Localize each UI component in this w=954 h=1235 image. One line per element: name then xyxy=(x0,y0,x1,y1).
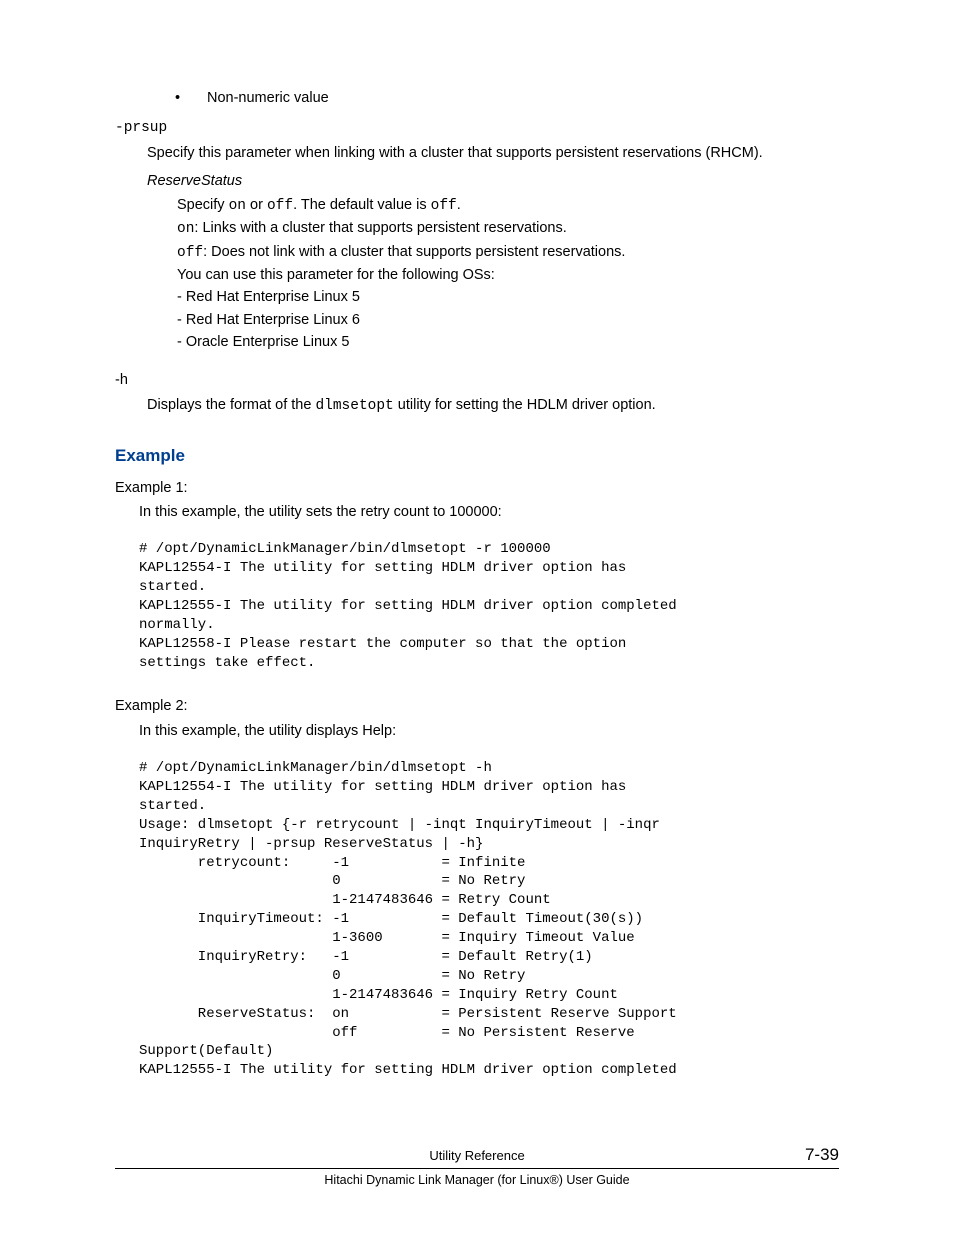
example-2-desc: In this example, the utility displays He… xyxy=(115,721,839,741)
bullet-item: • Non-numeric value xyxy=(115,88,839,108)
param-h-name: -h xyxy=(115,370,839,390)
example-1-code: # /opt/DynamicLinkManager/bin/dlmsetopt … xyxy=(115,540,839,672)
example-2-code: # /opt/DynamicLinkManager/bin/dlmsetopt … xyxy=(115,759,839,1080)
bullet-icon: • xyxy=(175,88,207,108)
os-intro: You can use this parameter for the follo… xyxy=(115,265,839,285)
param-prsup-desc: Specify this parameter when linking with… xyxy=(115,143,839,163)
os-item-2: - Red Hat Enterprise Linux 6 xyxy=(115,310,839,330)
reserve-status-off: off: Does not link with a cluster that s… xyxy=(115,242,839,263)
footer-title: Utility Reference xyxy=(115,1147,839,1165)
os-item-1: - Red Hat Enterprise Linux 5 xyxy=(115,287,839,307)
footer-subtitle: Hitachi Dynamic Link Manager (for Linux®… xyxy=(115,1172,839,1190)
param-prsup-name: -prsup xyxy=(115,118,839,138)
reserve-status-on: on: Links with a cluster that supports p… xyxy=(115,218,839,239)
bullet-text: Non-numeric value xyxy=(207,88,329,108)
page-content: • Non-numeric value -prsup Specify this … xyxy=(115,88,839,1080)
example-2-label: Example 2: xyxy=(115,696,839,716)
footer-page-number: 7-39 xyxy=(805,1143,839,1167)
os-item-3: - Oracle Enterprise Linux 5 xyxy=(115,332,839,352)
example-1-desc: In this example, the utility sets the re… xyxy=(115,502,839,522)
page-footer: Utility Reference 7-39 Hitachi Dynamic L… xyxy=(115,1147,839,1189)
example-heading: Example xyxy=(115,444,839,468)
param-h-desc: Displays the format of the dlmsetopt uti… xyxy=(115,395,839,416)
reserve-status-heading: ReserveStatus xyxy=(115,171,839,191)
reserve-status-specify: Specify on or off. The default value is … xyxy=(115,195,839,216)
example-1-label: Example 1: xyxy=(115,478,839,498)
